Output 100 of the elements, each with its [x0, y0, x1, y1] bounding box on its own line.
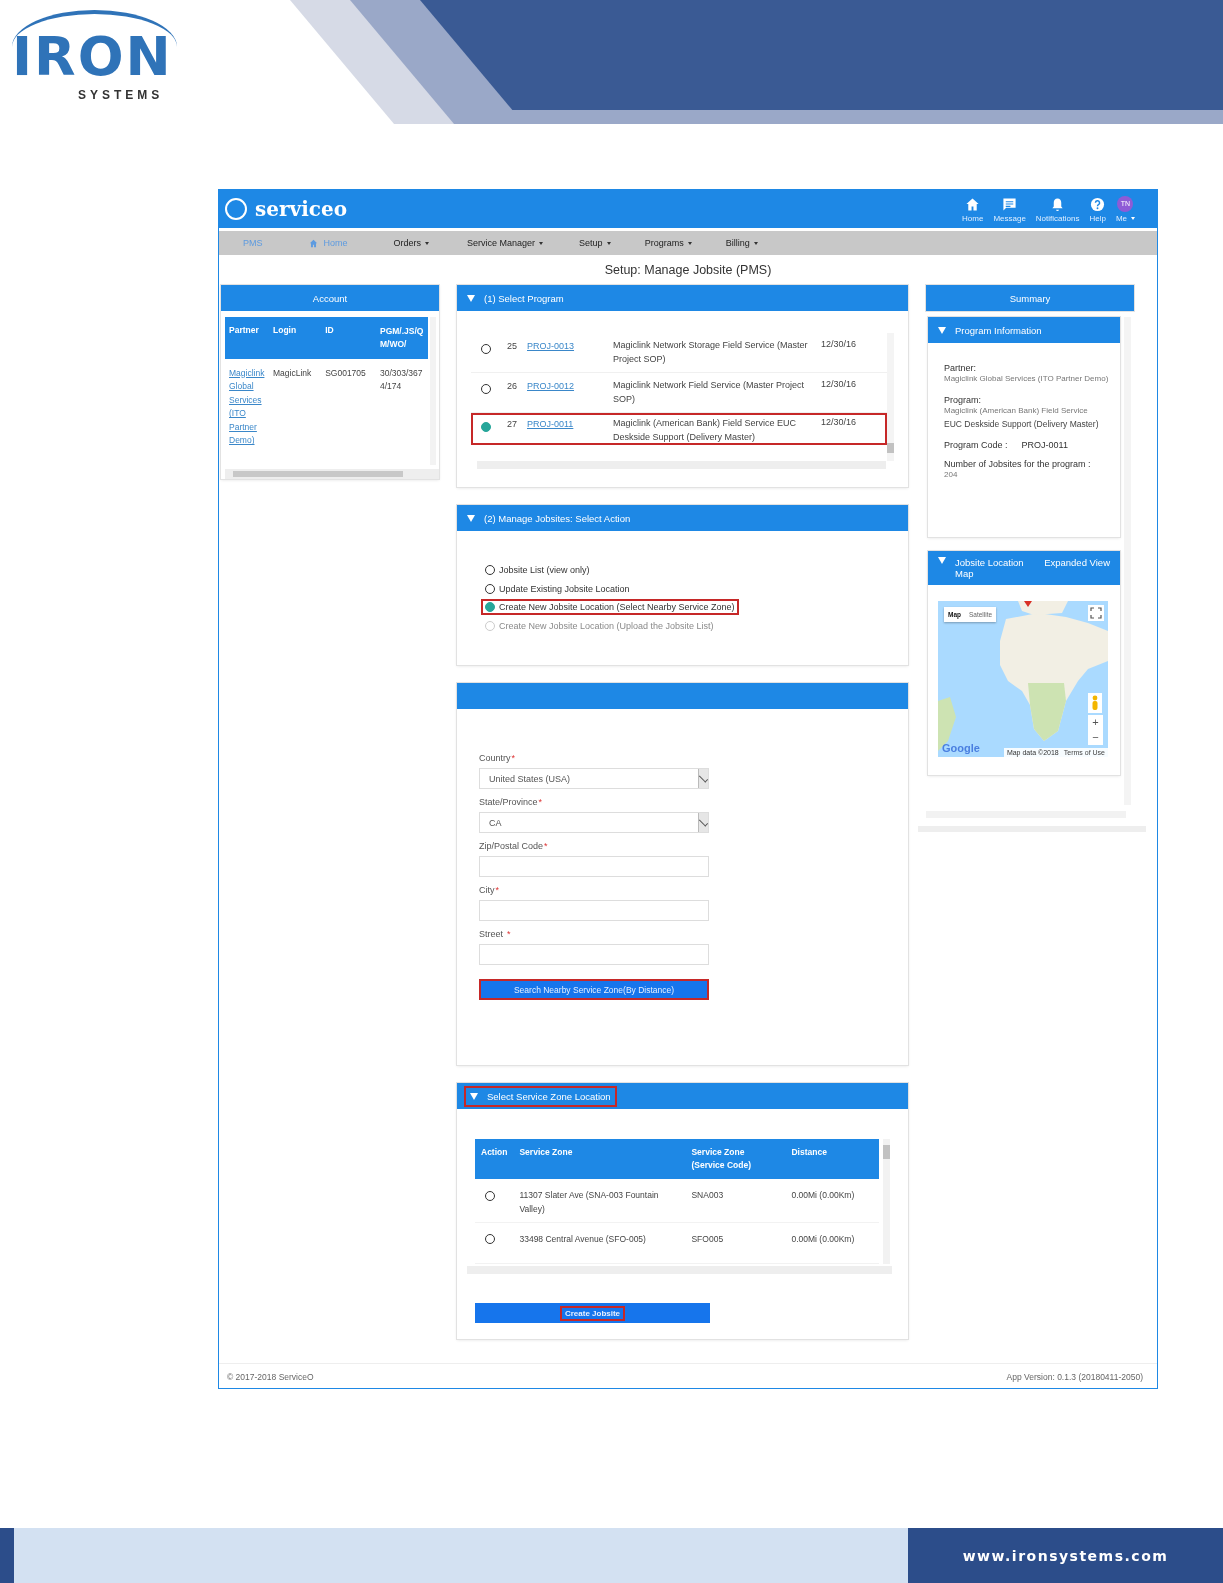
panel-title: Jobsite Location Map	[955, 557, 1025, 579]
expanded-view-link[interactable]: Expanded View	[1044, 557, 1110, 568]
field-label: City*	[479, 885, 499, 895]
nav-menu[interactable]: Billing	[725, 238, 758, 248]
nav-menu[interactable]: Orders	[393, 238, 430, 248]
nav-menu[interactable]: Service Manager	[467, 238, 544, 248]
column-header: Service Zone (Service Code)	[685, 1139, 786, 1180]
select-field[interactable]: CA	[479, 812, 709, 833]
vertical-scrollbar[interactable]	[883, 1139, 890, 1264]
triangle-icon[interactable]	[470, 1092, 478, 1100]
column-header: Distance	[785, 1139, 879, 1180]
column-header: Action	[475, 1139, 514, 1180]
input-field[interactable]	[479, 856, 709, 877]
info-value: EUC Deskside Support (Delivery Master)	[944, 417, 1100, 431]
version-text: App Version: 0.1.3 (20180411-2050)	[1006, 1372, 1143, 1382]
table-cell-text: 12/30/16	[820, 417, 858, 427]
input-field[interactable]	[479, 944, 709, 965]
info-value: Magiclink (American Bank) Field Service	[944, 405, 1089, 417]
panel-title: (1) Select Program	[484, 292, 564, 304]
select-field[interactable]: United States (USA)	[479, 768, 709, 789]
toolbar-button[interactable]: Notifications	[1035, 196, 1080, 223]
radio-button[interactable]	[485, 602, 495, 613]
help-icon	[1090, 196, 1106, 212]
triangle-icon[interactable]	[938, 557, 946, 564]
table-cell-text: 26	[507, 381, 518, 391]
page-title: Setup: Manage Jobsite (PMS)	[603, 262, 773, 279]
radio-button[interactable]	[485, 565, 495, 576]
logo: IRON SYSTEMS	[0, 0, 200, 124]
table-cell: 0.00Mi (0.00Km)	[785, 1222, 879, 1264]
logo-icon	[225, 198, 247, 220]
info-value: PROJ-0011	[1021, 440, 1068, 451]
radio-option[interactable]: Jobsite List (view only)	[483, 564, 592, 577]
radio-button[interactable]	[485, 1191, 495, 1202]
info-label: Number of Jobsites for the program :	[944, 459, 1092, 470]
toolbar-button[interactable]: Help	[1089, 196, 1106, 223]
info-value: Magiclink Global Services (ITO Partner Demo)	[944, 373, 1110, 385]
message-icon	[1002, 196, 1018, 212]
column-header: PGM/.JS/QM/WO/	[376, 317, 428, 359]
panel-title: Summary	[1009, 292, 1051, 304]
info-label: Program Code :	[944, 440, 1008, 451]
create-jobsite-button[interactable]: Create Jobsite	[475, 1303, 710, 1324]
table-cell: MagicLink	[269, 358, 322, 457]
table-cell: 11307 Slater Ave (SNA-003 Fountain Valley)	[513, 1179, 686, 1223]
table-cell-text: 25	[507, 341, 518, 351]
table-cell-text: 27	[507, 419, 518, 429]
fullscreen-icon[interactable]	[1088, 605, 1104, 621]
table-cell-text: Magiclink Network Field Service (Master Project SOP)	[613, 379, 806, 406]
radio-button[interactable]	[485, 583, 495, 594]
nav-menu[interactable]: Setup	[579, 238, 611, 248]
panel-title: Program Information	[955, 324, 1042, 336]
person-icon[interactable]	[1088, 693, 1102, 713]
radio-button[interactable]	[481, 421, 491, 432]
website-text: www.ironsystems.com	[908, 1528, 1223, 1583]
toolbar-button[interactable]: Message	[993, 196, 1026, 223]
panel-title: (2) Manage Jobsites: Select Action	[484, 512, 631, 524]
zoom-in-button[interactable]: +	[1088, 715, 1103, 730]
partner-link[interactable]: Magiclink Global Services (ITO Partner Demo)	[229, 366, 265, 449]
triangle-icon[interactable]	[938, 326, 946, 334]
table-cell: 30/303/3674/174	[376, 358, 428, 457]
info-label: Program:	[944, 394, 982, 405]
column-header: Partner	[225, 317, 269, 359]
radio-button[interactable]	[481, 383, 491, 394]
column-header: Login	[269, 317, 322, 359]
radio-option[interactable]: Create New Jobsite Location (Select Nearby Service Zone)	[483, 601, 737, 614]
zoom-out-button[interactable]: −	[1088, 730, 1103, 745]
program-code-link[interactable]: PROJ-0012	[527, 381, 575, 391]
column-header: ID	[321, 317, 376, 359]
triangle-icon[interactable]	[467, 294, 475, 302]
info-label: Partner:	[944, 363, 977, 373]
field-label: Zip/Postal Code*	[479, 841, 548, 851]
table-cell: 33498 Central Avenue (SFO-005)	[513, 1222, 686, 1264]
table-cell-text: Magiclink Network Storage Field Service (Master Project SOP)	[613, 339, 809, 366]
info-value: 204	[944, 469, 959, 482]
table-cell: SFO005	[685, 1222, 786, 1264]
search-button[interactable]: Search Nearby Service Zone(By Distance)	[479, 979, 709, 1000]
horizontal-scrollbar[interactable]	[225, 469, 439, 479]
radio-option[interactable]: Update Existing Jobsite Location	[483, 582, 632, 595]
program-code-link[interactable]: PROJ-0013	[527, 341, 575, 351]
radio-button[interactable]	[481, 343, 491, 354]
copyright-text: © 2017-2018 ServiceO	[227, 1372, 314, 1382]
table-cell: 0.00Mi (0.00Km)	[785, 1179, 879, 1223]
caret-icon	[1131, 216, 1135, 220]
field-label: Street *	[479, 929, 511, 939]
input-field[interactable]	[479, 900, 709, 921]
toolbar-button[interactable]: Home	[962, 196, 984, 223]
radio-button[interactable]	[485, 1234, 495, 1245]
brand-name: serviceo	[255, 197, 347, 221]
program-code-link[interactable]: PROJ-0011	[527, 419, 574, 429]
home-icon	[965, 196, 981, 212]
table-cell: SG001705	[321, 358, 376, 457]
footer-stripe	[0, 1528, 14, 1583]
table-cell-text: Magiclink (American Bank) Field Service EUC Deskside Support (Delivery Master)	[613, 417, 798, 444]
table-cell: SNA003	[685, 1179, 786, 1223]
triangle-icon[interactable]	[467, 514, 475, 522]
panel-title: Select Service Zone Location	[487, 1090, 611, 1102]
vertical-scrollbar[interactable]	[887, 333, 894, 461]
table-cell-text: 12/30/16	[820, 339, 858, 349]
field-label: Country*	[479, 753, 516, 763]
nav-menu[interactable]: Programs	[644, 238, 692, 248]
field-label: State/Province*	[479, 797, 543, 807]
